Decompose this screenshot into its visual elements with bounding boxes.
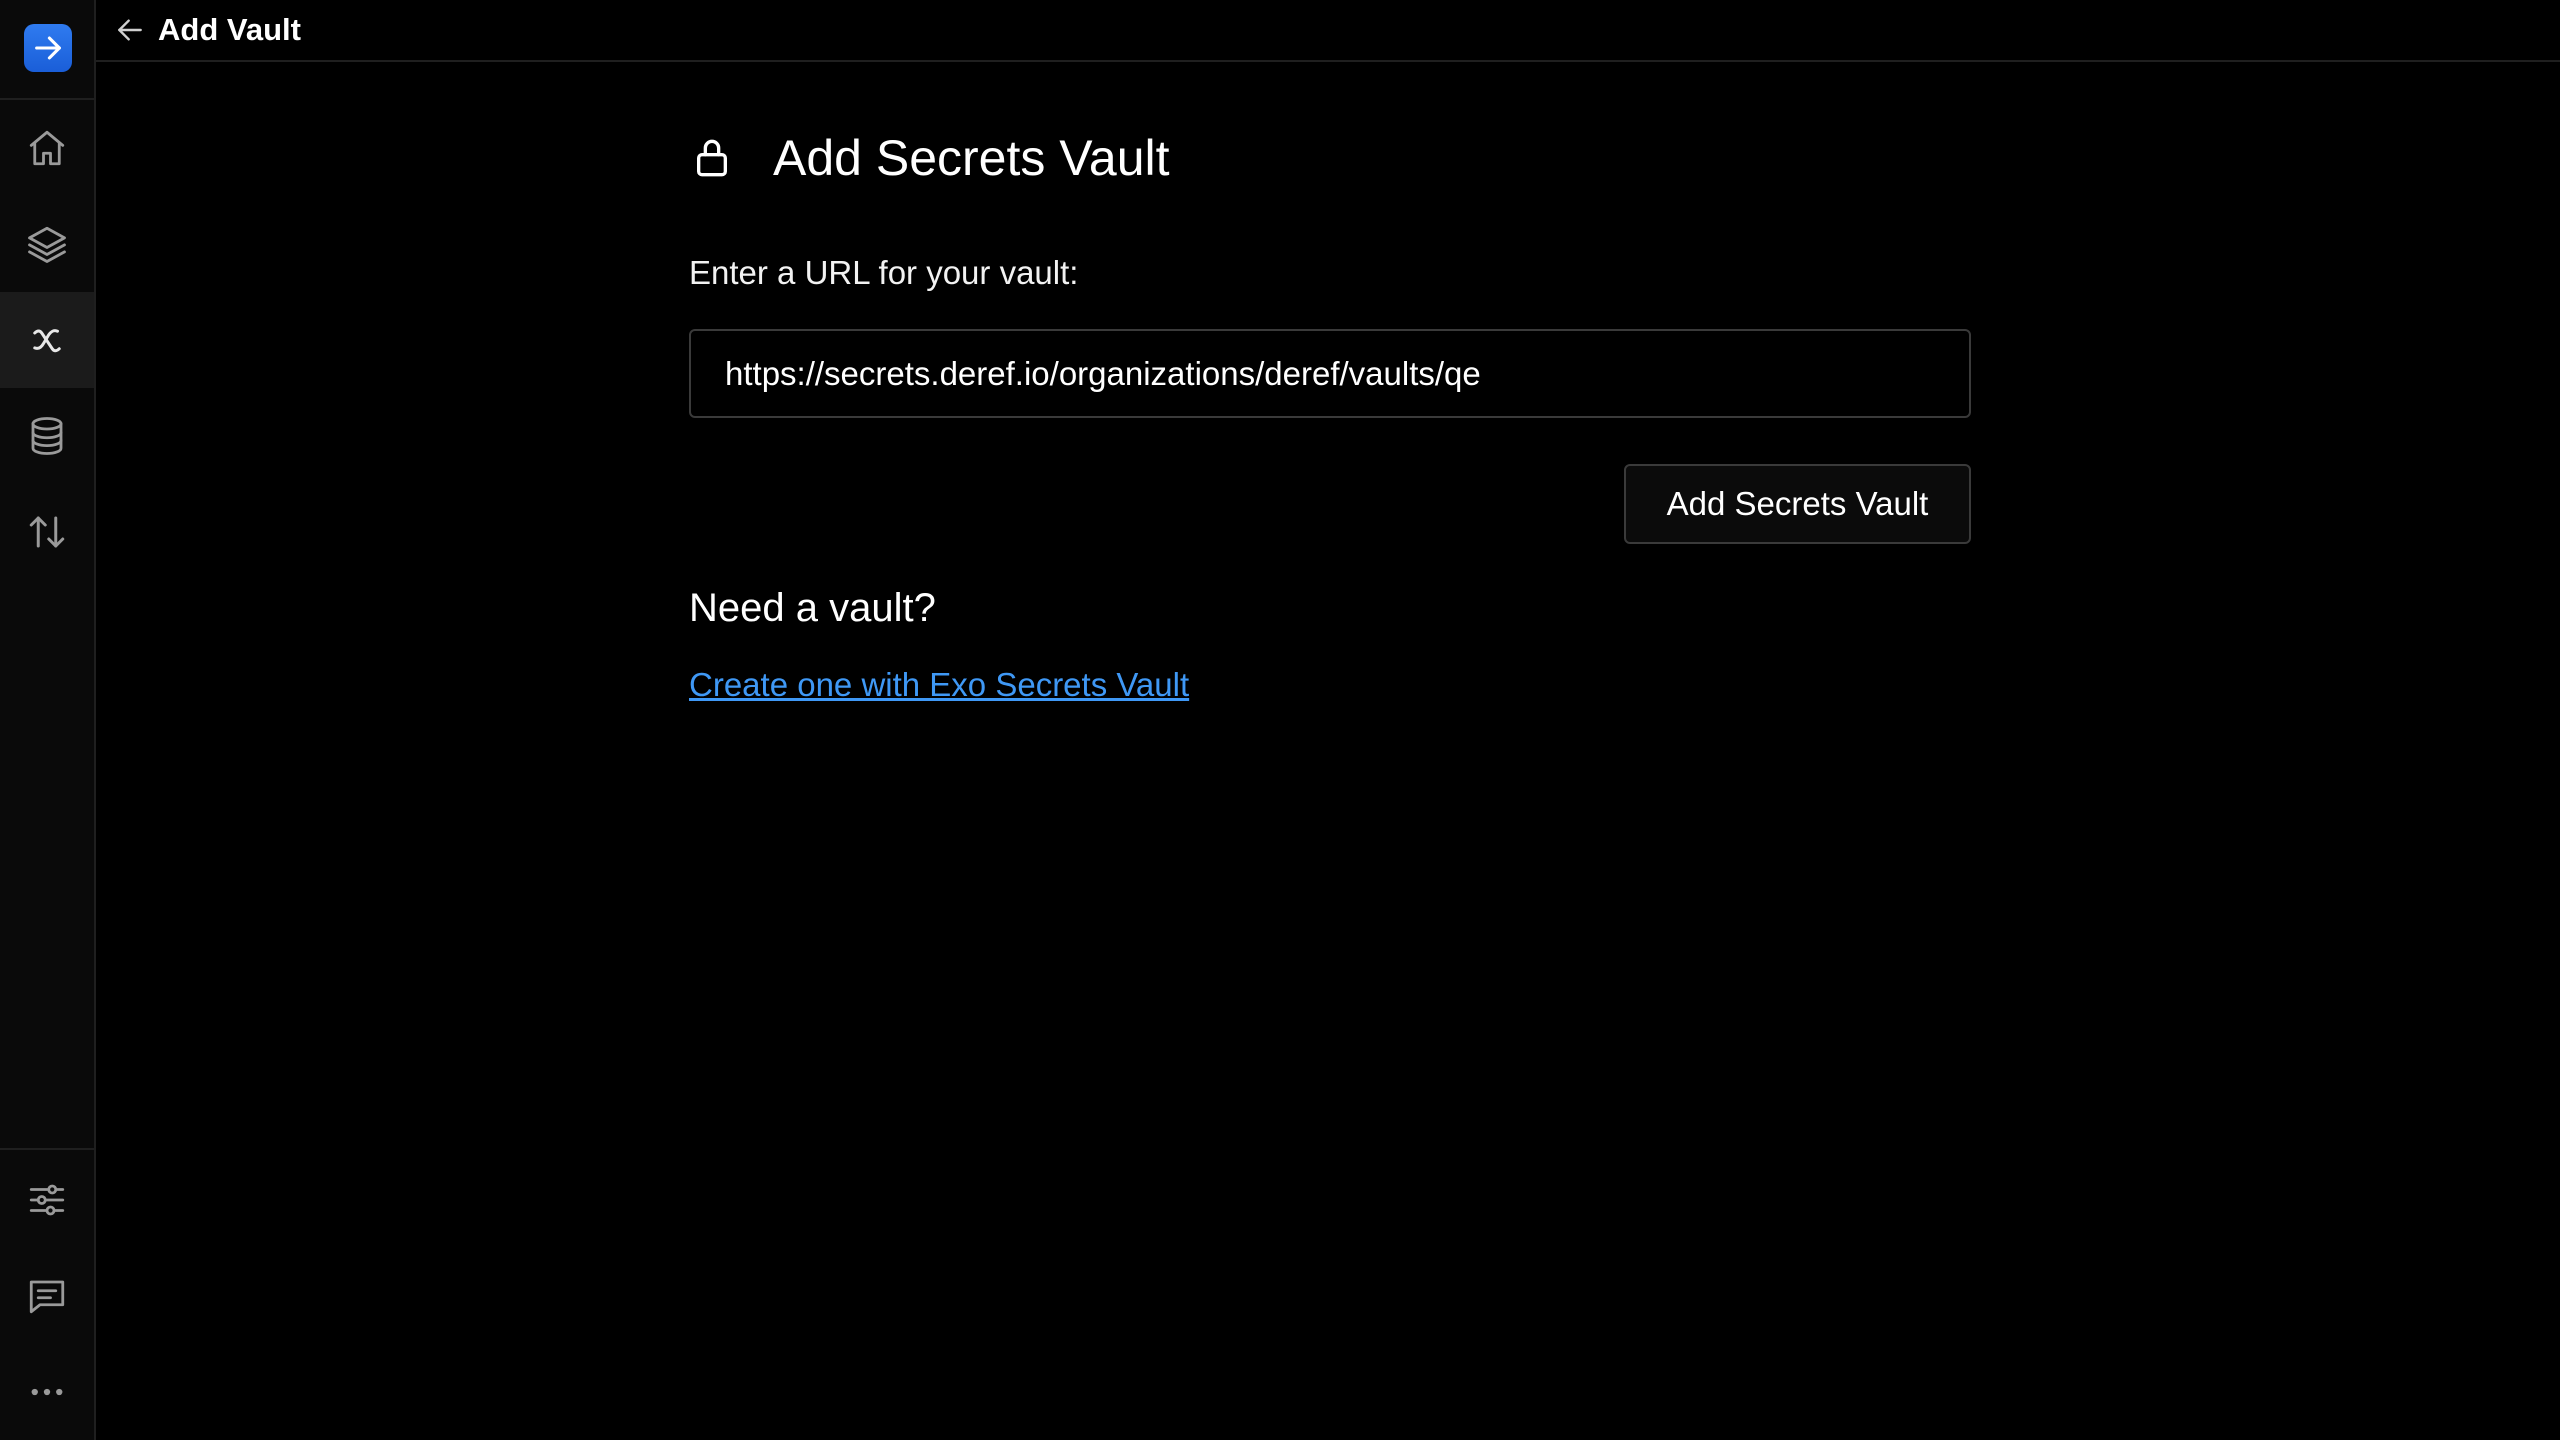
sidebar-item-more[interactable]: [0, 1344, 94, 1440]
sidebar-divider: [0, 1148, 96, 1150]
arrows-up-down-icon: [29, 516, 65, 548]
header-title: Add Vault: [158, 12, 301, 47]
more-horizontal-icon: [31, 1388, 63, 1396]
sliders-icon: [29, 1184, 65, 1216]
create-vault-link[interactable]: Create one with Exo Secrets Vault: [689, 666, 1189, 704]
sidebar-item-transfer[interactable]: [0, 484, 94, 580]
need-vault-heading: Need a vault?: [689, 586, 936, 630]
top-header: Add Vault: [96, 0, 2560, 62]
sidebar-item-settings[interactable]: [0, 1152, 94, 1248]
add-secrets-vault-button[interactable]: Add Secrets Vault: [1624, 464, 1971, 544]
arrow-right-icon: [35, 36, 61, 60]
back-button[interactable]: [112, 12, 148, 48]
vault-url-input[interactable]: [689, 329, 1971, 418]
layers-icon: [28, 226, 66, 263]
main-content: Add Secrets Vault Enter a URL for your v…: [689, 120, 1971, 703]
page-title-row: Add Secrets Vault: [689, 120, 1971, 196]
home-icon: [29, 130, 65, 166]
sidebar-item-home[interactable]: [0, 100, 94, 196]
arrow-left-icon: [118, 19, 142, 41]
page-title: Add Secrets Vault: [773, 130, 1170, 186]
app-root: Add Vault Add Secrets Vault Enter a URL …: [0, 0, 2560, 1440]
message-icon: [29, 1280, 65, 1314]
url-field-label: Enter a URL for your vault:: [689, 254, 1079, 291]
lock-icon: [689, 135, 735, 181]
database-icon: [31, 417, 63, 455]
sidebar-item-database[interactable]: [0, 388, 94, 484]
sidebar-item-feedback[interactable]: [0, 1248, 94, 1344]
sidebar-item-variables[interactable]: [0, 292, 94, 388]
app-logo[interactable]: [24, 24, 72, 72]
sidebar-item-layers[interactable]: [0, 196, 94, 292]
variable-x-icon: [33, 329, 61, 353]
sidebar: [0, 0, 96, 1440]
